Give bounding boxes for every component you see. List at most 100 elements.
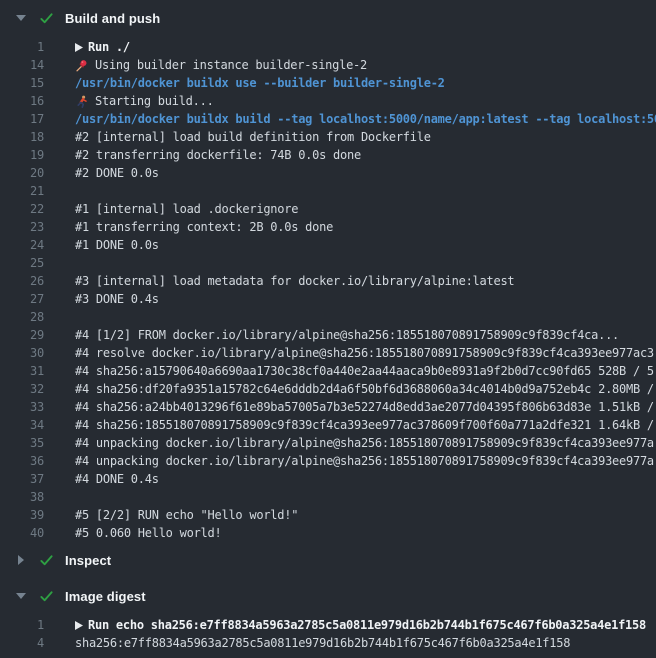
- log-text-wrap: #4 sha256:df20fa9351a15782c64e6dddb2d4a6…: [75, 380, 654, 398]
- section-log-content: 1 Run ./ 14 Using builder instance builder-…: [0, 32, 656, 546]
- log-line: 37 #4 DONE 0.4s: [0, 470, 656, 488]
- log-line: 40 #5 0.060 Hello world!: [0, 524, 656, 542]
- log-text: /usr/bin/docker buildx build --tag local…: [75, 110, 656, 128]
- log-text: #5 [2/2] RUN echo "Hello world!": [75, 506, 298, 524]
- log-text-wrap: /usr/bin/docker buildx build --tag local…: [75, 110, 656, 128]
- log-text: #4 sha256:a24bb4013296f61e89ba57005a7b3e…: [75, 398, 654, 416]
- line-number[interactable]: 32: [0, 380, 44, 398]
- log-line: 21: [0, 182, 656, 200]
- line-number[interactable]: 40: [0, 524, 44, 542]
- section-title: Inspect: [65, 553, 111, 568]
- line-number[interactable]: 24: [0, 236, 44, 254]
- line-number[interactable]: 33: [0, 398, 44, 416]
- log-line: 18#2 [internal] load build definition fr…: [0, 128, 656, 146]
- section-header-build-and-push[interactable]: Build and push: [0, 4, 656, 32]
- section-inspect: Inspect: [0, 546, 656, 574]
- log-text: #4 DONE 0.4s: [75, 470, 159, 488]
- line-number[interactable]: 28: [0, 308, 44, 326]
- line-number[interactable]: 34: [0, 416, 44, 434]
- log-text-wrap: #4 sha256:a24bb4013296f61e89ba57005a7b3e…: [75, 398, 654, 416]
- log-line: 32 #4 sha256:df20fa9351a15782c64e6dddb2d4…: [0, 380, 656, 398]
- log-text: #3 [internal] load metadata for docker.i…: [75, 272, 514, 290]
- line-number[interactable]: 23: [0, 218, 44, 236]
- log-text-wrap: #5 0.060 Hello world!: [75, 524, 221, 542]
- line-number[interactable]: 37: [0, 470, 44, 488]
- line-number[interactable]: 35: [0, 434, 44, 452]
- log-text: #4 resolve docker.io/library/alpine@sha2…: [75, 344, 654, 362]
- log-text: Run echo sha256:e7ff8834a5963a2785c5a081…: [88, 616, 646, 634]
- line-number[interactable]: 18: [0, 128, 44, 146]
- log-text-wrap: #1 DONE 0.0s: [75, 236, 159, 254]
- log-line: 17/usr/bin/docker buildx build --tag loc…: [0, 110, 656, 128]
- section-header-inspect[interactable]: Inspect: [0, 546, 656, 574]
- line-number[interactable]: 30: [0, 344, 44, 362]
- log-text: #3 DONE 0.4s: [75, 290, 159, 308]
- log-line: 29 #4 [1/2] FROM docker.io/library/alpine…: [0, 326, 656, 344]
- log-line: 34 #4 sha256:185518070891758909c9f839cf4c…: [0, 416, 656, 434]
- line-number[interactable]: 1: [0, 616, 44, 634]
- log-text-wrap: #2 DONE 0.0s: [75, 164, 159, 182]
- line-number[interactable]: 16: [0, 92, 44, 110]
- log-text-wrap: #4 unpacking docker.io/library/alpine@sh…: [75, 434, 654, 452]
- section-title: Image digest: [65, 589, 146, 604]
- caret-right-icon: [13, 555, 29, 565]
- log-text: #4 sha256:df20fa9351a15782c64e6dddb2d4a6…: [75, 380, 654, 398]
- log-text: #1 transferring context: 2B 0.0s done: [75, 218, 333, 236]
- log-text-wrap: Starting build...: [75, 92, 214, 110]
- log-line: 22#1 [internal] load .dockerignore: [0, 200, 656, 218]
- log-line: 4 sha256:e7ff8834a5963a2785c5a0811e979d16…: [0, 634, 656, 652]
- log-line: 15/usr/bin/docker buildx use --builder b…: [0, 74, 656, 92]
- caret-down-icon: [13, 593, 29, 599]
- log-text-wrap: #3 [internal] load metadata for docker.i…: [75, 272, 514, 290]
- line-number[interactable]: 1: [0, 38, 44, 56]
- line-number[interactable]: 29: [0, 326, 44, 344]
- log-text-wrap: #4 sha256:185518070891758909c9f839cf4ca3…: [75, 416, 654, 434]
- log-text-wrap: #5 [2/2] RUN echo "Hello world!": [75, 506, 298, 524]
- log-line: 16 Starting build...: [0, 92, 656, 110]
- line-number[interactable]: 39: [0, 506, 44, 524]
- log-text: #2 DONE 0.0s: [75, 164, 159, 182]
- log-line: 27 #3 DONE 0.4s: [0, 290, 656, 308]
- line-number[interactable]: 4: [0, 634, 44, 652]
- log-line: 28: [0, 308, 656, 326]
- log-text: #5 0.060 Hello world!: [75, 524, 221, 542]
- line-number[interactable]: 17: [0, 110, 44, 128]
- line-number[interactable]: 19: [0, 146, 44, 164]
- actions-log-viewer: Build and push1Run ./14Using builder ins…: [0, 4, 656, 656]
- expand-chevron-icon[interactable]: [75, 43, 88, 52]
- line-number[interactable]: 36: [0, 452, 44, 470]
- line-number[interactable]: 26: [0, 272, 44, 290]
- log-text: #4 sha256:185518070891758909c9f839cf4ca3…: [75, 416, 654, 434]
- runner-icon: [75, 95, 95, 108]
- line-number[interactable]: 27: [0, 290, 44, 308]
- check-icon: [38, 11, 54, 26]
- log-line: 23 #1 transferring context: 2B 0.0s done: [0, 218, 656, 236]
- log-text-wrap: #4 resolve docker.io/library/alpine@sha2…: [75, 344, 654, 362]
- log-text-wrap: /usr/bin/docker buildx use --builder bui…: [75, 74, 445, 92]
- log-text-wrap: #4 [1/2] FROM docker.io/library/alpine@s…: [75, 326, 619, 344]
- line-number[interactable]: 20: [0, 164, 44, 182]
- log-text-wrap: Using builder instance builder-single-2: [75, 56, 367, 74]
- line-number[interactable]: 14: [0, 56, 44, 74]
- log-text-wrap: Run ./: [75, 38, 130, 56]
- line-number[interactable]: 15: [0, 74, 44, 92]
- line-number[interactable]: 21: [0, 182, 44, 200]
- line-number[interactable]: 22: [0, 200, 44, 218]
- section-title: Build and push: [65, 11, 160, 26]
- line-number[interactable]: 38: [0, 488, 44, 506]
- log-line: 20 #2 DONE 0.0s: [0, 164, 656, 182]
- log-text: #1 DONE 0.0s: [75, 236, 159, 254]
- section-build-and-push: Build and push 1 Run ./ 14 Using builder ins…: [0, 4, 656, 546]
- section-header-image-digest[interactable]: Image digest: [0, 582, 656, 610]
- log-text-wrap: #4 DONE 0.4s: [75, 470, 159, 488]
- log-line: 24 #1 DONE 0.0s: [0, 236, 656, 254]
- log-text-wrap: #4 sha256:a15790640a6690aa1730c38cf0a440…: [75, 362, 654, 380]
- log-text: Starting build...: [95, 92, 214, 110]
- log-text-wrap: #1 transferring context: 2B 0.0s done: [75, 218, 333, 236]
- expand-chevron-icon[interactable]: [75, 621, 88, 630]
- log-text: #4 [1/2] FROM docker.io/library/alpine@s…: [75, 326, 619, 344]
- log-line: 19#2 transferring dockerfile: 74B 0.0s d…: [0, 146, 656, 164]
- log-text: sha256:e7ff8834a5963a2785c5a0811e979d16b…: [75, 634, 570, 652]
- line-number[interactable]: 31: [0, 362, 44, 380]
- line-number[interactable]: 25: [0, 254, 44, 272]
